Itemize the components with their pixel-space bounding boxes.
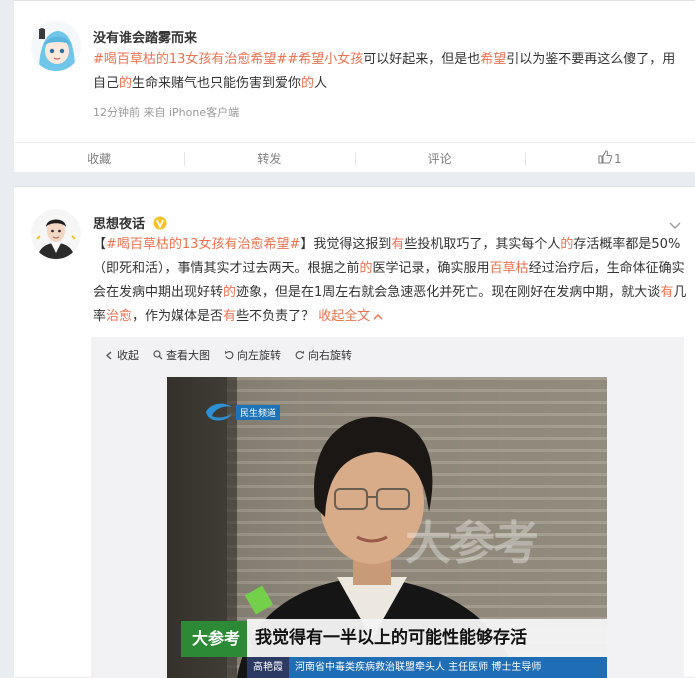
post2-segment: 的 [560, 237, 574, 252]
post-text: 【#喝百草枯的13女孩有治愈希望#】我觉得这报到有些投机取巧了，其实每个人的存活… [93, 233, 693, 329]
verified-badge-icon [153, 216, 167, 230]
chevron-down-icon[interactable] [669, 215, 681, 234]
weibo-card-2: 思想夜话 【#喝百草枯的13女孩有治愈希望#】我觉得这报到有些投机取巧了，其实每… [14, 186, 695, 678]
username-text: 思想夜话 [93, 217, 146, 232]
user-avatar[interactable] [31, 21, 81, 71]
media-toolbar: 收起 查看大图 向左旋转 向右旋转 [105, 347, 352, 363]
post2-segment: ，作为媒体是否 [132, 309, 224, 324]
username[interactable]: 思想夜话 [93, 213, 167, 232]
post2-segment: 迹象，但是在1周左右就会急速恶化并死亡。现在刚好在发病中期，就大谈 [236, 285, 661, 300]
weibo-card-1: 没有谁会踏雾而来 #喝百草枯的13女孩有治愈希望##希望小女孩可以好起来，但是也… [14, 0, 695, 172]
post2-segment: 【 [93, 237, 107, 252]
arrow-left-icon [106, 351, 112, 359]
action-bar: 收藏 转发 评论 1 [14, 142, 695, 174]
like-button[interactable]: 1 [524, 143, 695, 176]
view-large-button[interactable]: 查看大图 [153, 347, 210, 363]
forward-button[interactable]: 转发 [184, 143, 354, 174]
post2-segment: 些不负责了？ [236, 309, 319, 324]
comment-button[interactable]: 评论 [354, 143, 525, 174]
post1-segment[interactable]: #喝百草枯的13女孩有治愈希望# [93, 52, 287, 67]
post2-segment: 有 [223, 309, 237, 324]
post1-segment: 生命来赌气也只能伤害到爱你 [132, 76, 302, 91]
post2-segment: 治愈 [106, 309, 133, 324]
post2-segment: 的 [223, 285, 237, 300]
post1-segment: 希望 [480, 52, 507, 67]
person-caption: 高艳霞 河南省中毒类疾病救治联盟牵头人 主任医师 博士生导师 [247, 657, 607, 678]
video-subtitle: 我觉得有一半以上的可能性能够存活 [247, 619, 607, 657]
post2-segment: 有 [660, 285, 674, 300]
post1-segment: 可以好起来，但是也 [363, 52, 481, 67]
rotate-right-button[interactable]: 向右旋转 [295, 347, 352, 363]
corner-logo: 大参考 [181, 621, 251, 657]
post2-segment: 些投机取巧了，其实每个人 [404, 237, 561, 252]
media-expanded-panel: 收起 查看大图 向左旋转 向右旋转 民生频道 大参考 大参考 我觉得有一半以上的… [91, 337, 684, 678]
post2-segment: 医学记录，确实服用 [372, 261, 490, 276]
post-text: #喝百草枯的13女孩有治愈希望##希望小女孩可以好起来，但是也希望引以为鉴不要再… [93, 48, 681, 96]
post1-segment: 人 [314, 76, 328, 91]
chevron-up-icon[interactable] [373, 305, 383, 329]
channel-logo: 民生频道 [204, 401, 281, 423]
post-meta: 12分钟前 来自 iPhone客户端 [93, 106, 240, 119]
post2-segment[interactable]: #喝百草枯的13女孩有治愈希望# [106, 237, 300, 252]
video-frame-image[interactable]: 民生频道 大参考 大参考 我觉得有一半以上的可能性能够存活 高艳霞 河南省中毒类… [167, 377, 607, 678]
collect-button[interactable]: 收藏 [14, 143, 184, 174]
post2-segment: 有 [391, 237, 405, 252]
rotate-left-icon [225, 350, 234, 360]
post2-segment: 百草枯 [489, 261, 529, 276]
like-count: 1 [614, 152, 622, 166]
thumbs-up-icon [598, 144, 613, 176]
video-watermark: 大参考 [405, 516, 539, 570]
post2-segment: 】我觉得这报到 [300, 237, 392, 252]
post1-segment: 的 [301, 76, 315, 91]
channel-logo-icon [206, 403, 232, 421]
collapse-media-button[interactable]: 收起 [105, 347, 139, 363]
post1-segment[interactable]: #希望小女孩 [287, 52, 363, 67]
rotate-right-icon [295, 350, 304, 360]
username[interactable]: 没有谁会踏雾而来 [93, 27, 197, 46]
magnifier-icon [153, 350, 163, 360]
rotate-left-button[interactable]: 向左旋转 [224, 347, 281, 363]
collapse-fulltext-link[interactable]: 收起全文 [318, 309, 370, 324]
user-avatar[interactable] [31, 209, 81, 259]
post2-segment: 的 [359, 261, 373, 276]
post1-segment: 的 [119, 76, 133, 91]
